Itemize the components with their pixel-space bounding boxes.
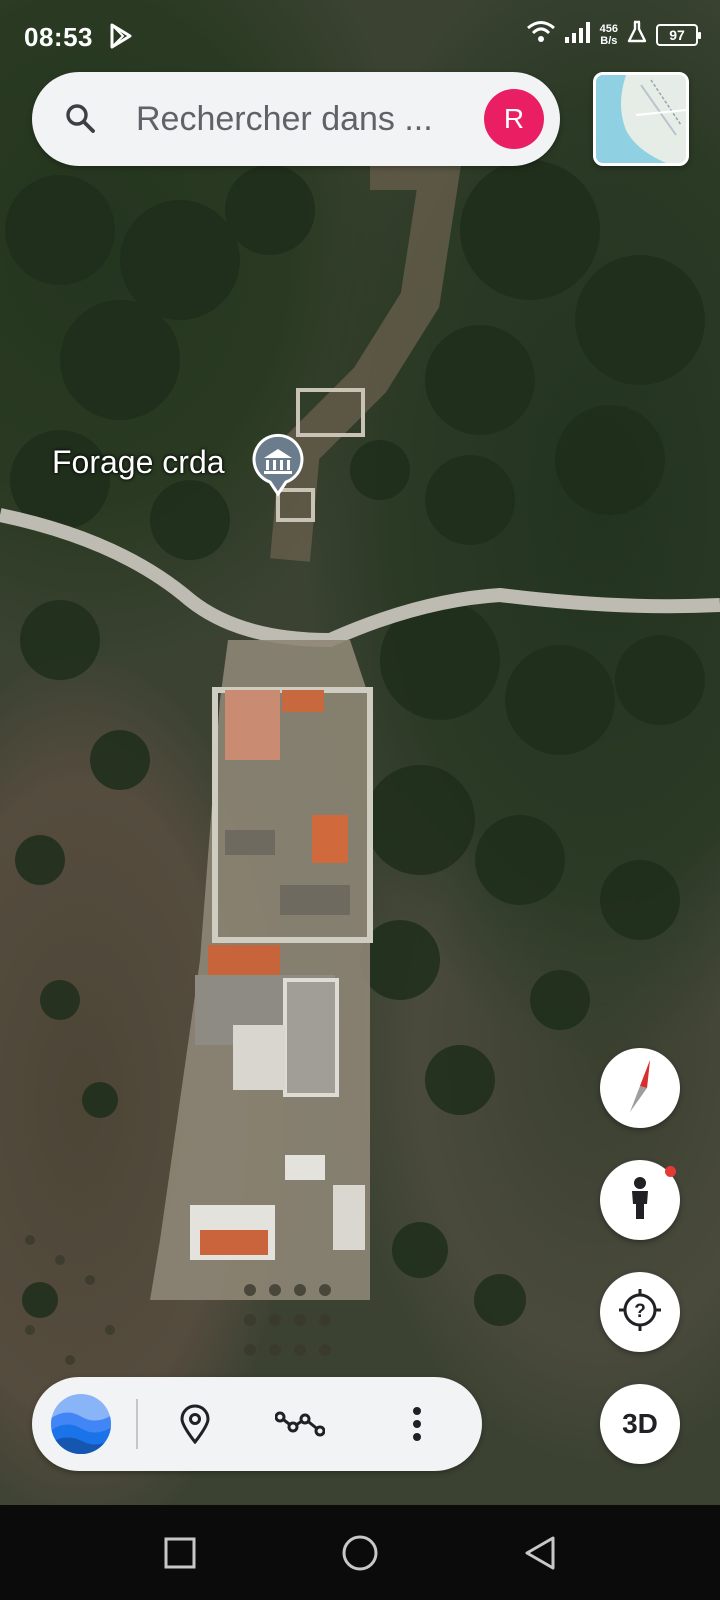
satellite-imagery [0, 150, 720, 1365]
toolbar-divider [136, 1399, 138, 1449]
play-store-icon [108, 22, 134, 55]
earth-logo-icon[interactable] [50, 1393, 112, 1460]
signal-icon [564, 20, 592, 49]
place-label[interactable]: Forage crda [52, 444, 225, 481]
status-bar: 08:53 456 B/s 97 [0, 0, 720, 72]
battery-level: 97 [669, 26, 685, 43]
question-target-icon: ? [617, 1287, 663, 1338]
notification-dot [665, 1166, 676, 1177]
compass-button[interactable] [600, 1048, 680, 1128]
institution-icon[interactable] [250, 432, 306, 503]
bottom-toolbar [32, 1377, 482, 1471]
3d-toggle-button[interactable]: 3D [600, 1384, 680, 1464]
navigation-bar [0, 1505, 720, 1600]
search-input[interactable] [136, 92, 476, 146]
home-icon[interactable] [340, 1533, 380, 1573]
wifi-icon [526, 20, 556, 49]
more-vert-icon[interactable] [392, 1399, 442, 1449]
lab-icon [626, 20, 648, 49]
net-speed-unit: B/s [600, 34, 618, 47]
pin-icon[interactable] [170, 1399, 220, 1449]
recent-apps-icon[interactable] [160, 1533, 200, 1573]
search-icon[interactable] [64, 102, 98, 141]
back-icon[interactable] [520, 1533, 560, 1573]
avatar-initial: R [503, 103, 525, 134]
net-speed-value: 456 [599, 22, 618, 35]
svg-text:?: ? [634, 1301, 646, 1322]
street-view-button[interactable] [600, 1160, 680, 1240]
compass-icon [620, 1058, 660, 1119]
status-time: 08:53 [24, 22, 93, 52]
measure-path-icon[interactable] [275, 1399, 325, 1449]
map-layers-button[interactable] [593, 72, 689, 166]
search-bar[interactable]: R [32, 72, 560, 166]
pegman-icon [625, 1176, 655, 1225]
battery-icon: 97 [656, 23, 701, 46]
map-thumbnail-icon [596, 75, 686, 163]
avatar[interactable]: R [484, 89, 544, 149]
voyager-button[interactable]: ? [600, 1272, 680, 1352]
3d-label: 3D [622, 1408, 658, 1439]
satellite-map[interactable] [0, 0, 720, 1505]
net-speed: 456 B/s [600, 23, 618, 47]
